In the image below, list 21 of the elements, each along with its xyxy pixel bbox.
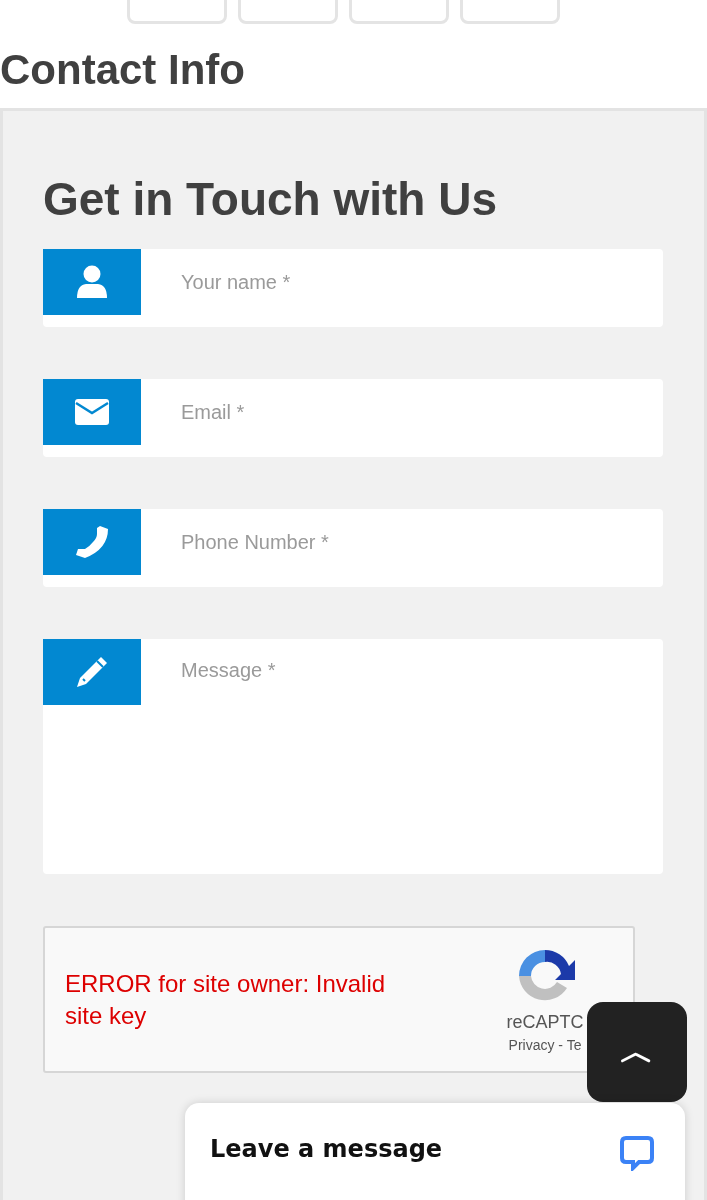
form-field[interactable]: Email * <box>43 379 663 457</box>
recaptcha-label: reCAPTC <box>506 1012 584 1033</box>
form-field[interactable]: Phone Number * <box>43 509 663 587</box>
page-heading: Contact Info <box>0 45 246 95</box>
chat-widget[interactable]: Leave a message <box>185 1103 685 1200</box>
phone-icon <box>75 525 109 559</box>
input-field[interactable]: Email * <box>141 379 663 445</box>
pencil-icon <box>75 655 109 689</box>
chat-bubble-icon <box>619 1135 655 1171</box>
scroll-top-button[interactable]: ︿ <box>587 1002 687 1102</box>
input-field[interactable]: Phone Number * <box>141 509 663 575</box>
person-icon <box>76 265 108 299</box>
envelope-icon <box>75 399 109 425</box>
chat-label: Leave a message <box>210 1135 443 1163</box>
captcha-error: ERROR for site owner: Invalid site key <box>65 968 387 1031</box>
recaptcha-links[interactable]: Privacy - Te <box>508 1037 582 1053</box>
message-field[interactable]: Message * <box>141 639 663 839</box>
input-field[interactable]: Your name * <box>141 249 663 315</box>
form-field[interactable]: Your name * <box>43 249 663 327</box>
form-title: Get in Touch with Us <box>43 172 499 227</box>
form-field[interactable]: Message * <box>43 639 663 874</box>
